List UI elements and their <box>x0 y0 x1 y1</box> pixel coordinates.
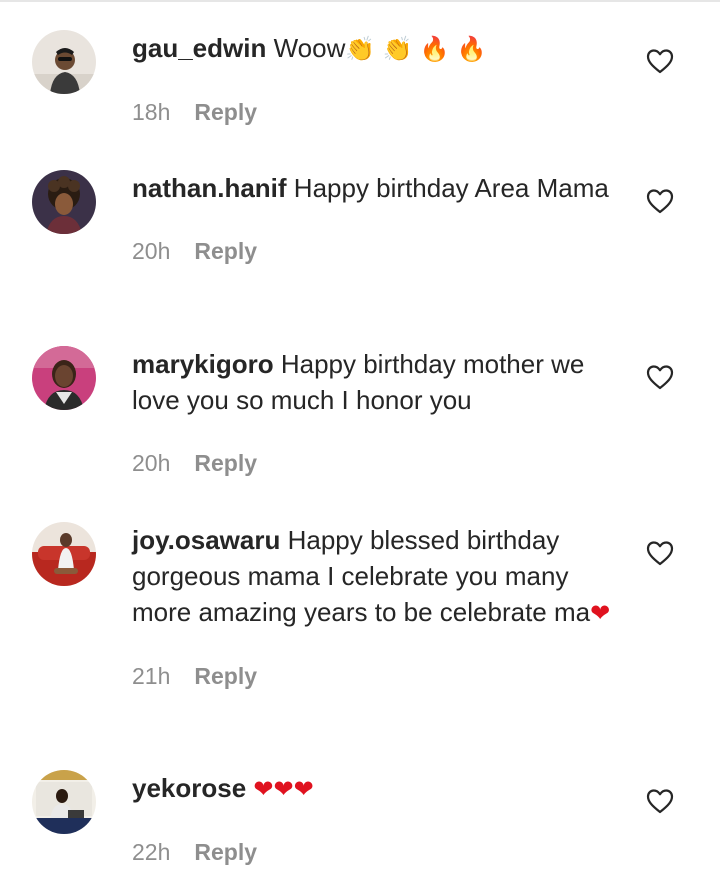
comment-meta: 20h Reply <box>132 448 622 478</box>
avatar[interactable] <box>32 346 96 410</box>
clap-emoji: 👏 <box>382 35 413 63</box>
comment-text: gau_edwin Woow👏 👏 🔥 🔥 <box>132 30 622 67</box>
reply-button[interactable]: Reply <box>194 97 257 127</box>
like-button[interactable] <box>646 364 674 390</box>
reply-button[interactable]: Reply <box>194 661 257 691</box>
comment-username[interactable]: gau_edwin <box>132 33 266 63</box>
comment-timestamp: 20h <box>132 450 171 476</box>
red-heart-emoji: ❤ <box>273 775 294 803</box>
comment-timestamp: 20h <box>132 238 171 264</box>
comment-meta: 22h Reply <box>132 837 622 867</box>
clap-emoji: 👏 <box>345 35 376 63</box>
red-heart-emoji: ❤ <box>293 775 314 803</box>
heart-outline-icon <box>646 189 674 214</box>
avatar-man-sitting-icon <box>32 770 96 834</box>
comment-text: nathan.hanif Happy birthday Area Mama <box>132 170 622 206</box>
heart-outline-icon <box>646 541 674 566</box>
reply-button[interactable]: Reply <box>194 448 257 478</box>
red-heart-emoji: ❤ <box>253 775 274 803</box>
heart-outline-icon <box>646 365 674 390</box>
avatar[interactable] <box>32 770 96 834</box>
reply-button[interactable]: Reply <box>194 837 257 867</box>
avatar-woman-red-sofa-icon <box>32 522 96 586</box>
red-heart-emoji: ❤ <box>590 599 611 627</box>
like-button[interactable] <box>646 188 674 214</box>
avatar[interactable] <box>32 170 96 234</box>
avatar-woman-pink-icon <box>32 346 96 410</box>
like-button[interactable] <box>646 540 674 566</box>
top-divider <box>0 0 720 2</box>
comment-username[interactable]: yekorose <box>132 773 246 803</box>
comment-meta: 18h Reply <box>132 97 622 127</box>
reply-button[interactable]: Reply <box>194 236 257 266</box>
comment-username[interactable]: nathan.hanif <box>132 173 287 203</box>
comment-timestamp: 18h <box>132 99 171 125</box>
comment-text: yekorose ❤❤❤ <box>132 770 622 807</box>
comment-meta: 20h Reply <box>132 236 622 266</box>
like-button[interactable] <box>646 788 674 814</box>
comment-text: marykigoro Happy birthday mother we love… <box>132 346 622 418</box>
comment-timestamp: 22h <box>132 839 171 865</box>
avatar-man-sunglasses-icon <box>32 30 96 94</box>
avatar-curly-hair-icon <box>32 170 96 234</box>
avatar[interactable] <box>32 522 96 586</box>
heart-outline-icon <box>646 49 674 74</box>
comment-message: Happy birthday Area Mama <box>293 173 609 203</box>
like-button[interactable] <box>646 48 674 74</box>
avatar[interactable] <box>32 30 96 94</box>
fire-emoji: 🔥 <box>456 35 487 63</box>
comment-text: joy.osawaru Happy blessed birthday gorge… <box>132 522 622 631</box>
fire-emoji: 🔥 <box>419 35 450 63</box>
comment-username[interactable]: marykigoro <box>132 349 274 379</box>
heart-outline-icon <box>646 789 674 814</box>
comment-meta: 21h Reply <box>132 661 622 691</box>
comment-timestamp: 21h <box>132 663 171 689</box>
comment-username[interactable]: joy.osawaru <box>132 525 280 555</box>
comment-message: Woow <box>273 33 346 63</box>
